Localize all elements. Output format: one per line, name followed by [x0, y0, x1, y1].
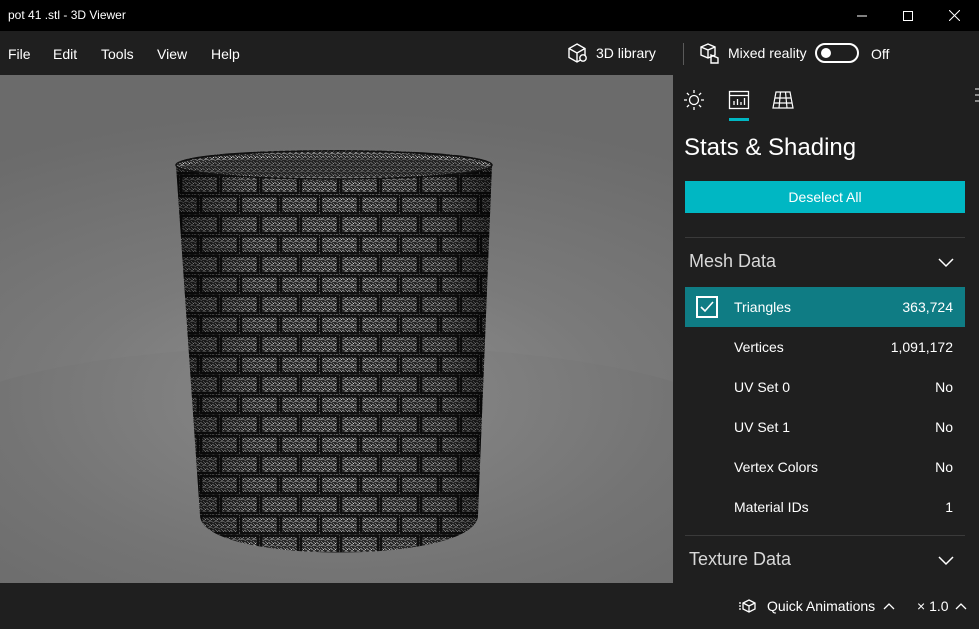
section-divider	[685, 535, 965, 536]
3d-library-button[interactable]: 3D library	[566, 42, 656, 64]
minimize-button[interactable]	[839, 0, 885, 31]
mesh-row-vertex-colors[interactable]: Vertex Colors No	[685, 447, 965, 487]
deselect-all-button[interactable]: Deselect All	[685, 181, 965, 213]
menu-edit[interactable]: Edit	[53, 46, 77, 62]
3d-library-label: 3D library	[596, 45, 656, 61]
animation-speed-button[interactable]: × 1.0	[917, 598, 967, 614]
tab-grid[interactable]	[772, 89, 794, 111]
close-button[interactable]	[931, 0, 977, 31]
maximize-button[interactable]	[885, 0, 931, 31]
mixed-reality-toggle[interactable]	[815, 43, 859, 63]
mesh-data-header[interactable]: Mesh Data	[689, 251, 776, 272]
mesh-row-value: No	[935, 459, 953, 475]
panel-title: Stats & Shading	[684, 134, 857, 161]
mesh-row-label: UV Set 0	[734, 379, 791, 395]
sun-icon	[684, 90, 704, 110]
tab-stats[interactable]	[728, 89, 750, 111]
mixed-reality-label: Mixed reality	[728, 45, 807, 61]
maximize-icon	[903, 10, 913, 21]
menu-tools[interactable]: Tools	[101, 46, 134, 62]
mesh-row-material-ids[interactable]: Material IDs 1	[685, 487, 965, 527]
mesh-row-label: Material IDs	[734, 499, 809, 515]
tab-lighting[interactable]	[683, 89, 705, 111]
cube-icon	[568, 43, 587, 63]
chevron-up-icon	[955, 603, 966, 610]
quick-animations-label: Quick Animations	[767, 598, 876, 614]
window-title: pot 41 .stl - 3D Viewer	[8, 8, 126, 22]
toggle-knob	[821, 48, 831, 58]
mesh-row-label: Vertex Colors	[734, 459, 819, 475]
menu-separator	[683, 43, 684, 65]
mesh-row-vertices[interactable]: Vertices 1,091,172	[685, 327, 965, 367]
mesh-row-uv-set-1[interactable]: UV Set 1 No	[685, 407, 965, 447]
stats-panel: Stats & Shading Deselect All Mesh Data T…	[673, 75, 979, 583]
mesh-row-value: 1,091,172	[890, 339, 953, 355]
mesh-row-label: Triangles	[734, 299, 792, 315]
mesh-row-label: Vertices	[734, 339, 784, 355]
checkmark-icon	[700, 301, 714, 313]
quick-animations-button[interactable]: Quick Animations	[739, 598, 895, 614]
menu-view[interactable]: View	[157, 46, 187, 62]
chevron-down-icon[interactable]	[938, 258, 954, 268]
texture-data-header[interactable]: Texture Data	[689, 549, 791, 570]
bottom-bar: Quick Animations × 1.0	[0, 583, 979, 629]
menu-bar: File Edit Tools View Help 3D library Mix…	[0, 31, 979, 75]
mixed-reality-button[interactable]: Mixed reality	[698, 42, 807, 64]
close-icon	[948, 10, 960, 21]
mesh-row-value: 1	[945, 499, 953, 515]
triangles-checkbox[interactable]	[696, 296, 718, 318]
3d-viewport[interactable]	[0, 75, 673, 583]
mesh-row-triangles[interactable]: Triangles 363,724	[685, 287, 965, 327]
grid-icon	[772, 91, 794, 109]
mesh-row-value: No	[935, 379, 953, 395]
section-divider	[685, 237, 965, 238]
title-bar: pot 41 .stl - 3D Viewer	[0, 0, 979, 31]
chevron-down-icon[interactable]	[938, 556, 954, 566]
minimize-icon	[857, 15, 867, 16]
mesh-row-value: 363,724	[902, 299, 953, 315]
menu-help[interactable]: Help	[211, 46, 240, 62]
stats-icon	[728, 90, 750, 110]
pot-model[interactable]	[0, 75, 673, 583]
animation-icon	[739, 599, 756, 613]
mesh-row-label: UV Set 1	[734, 419, 791, 435]
chevron-up-icon	[883, 603, 895, 610]
toggle-state-label: Off	[871, 46, 890, 62]
active-tab-indicator	[729, 118, 749, 121]
menu-file[interactable]: File	[8, 46, 31, 62]
mixed-reality-icon	[700, 43, 719, 64]
panel-edge-icon	[975, 88, 979, 102]
animation-speed-label: × 1.0	[917, 598, 949, 614]
mesh-row-uv-set-0[interactable]: UV Set 0 No	[685, 367, 965, 407]
mesh-row-value: No	[935, 419, 953, 435]
